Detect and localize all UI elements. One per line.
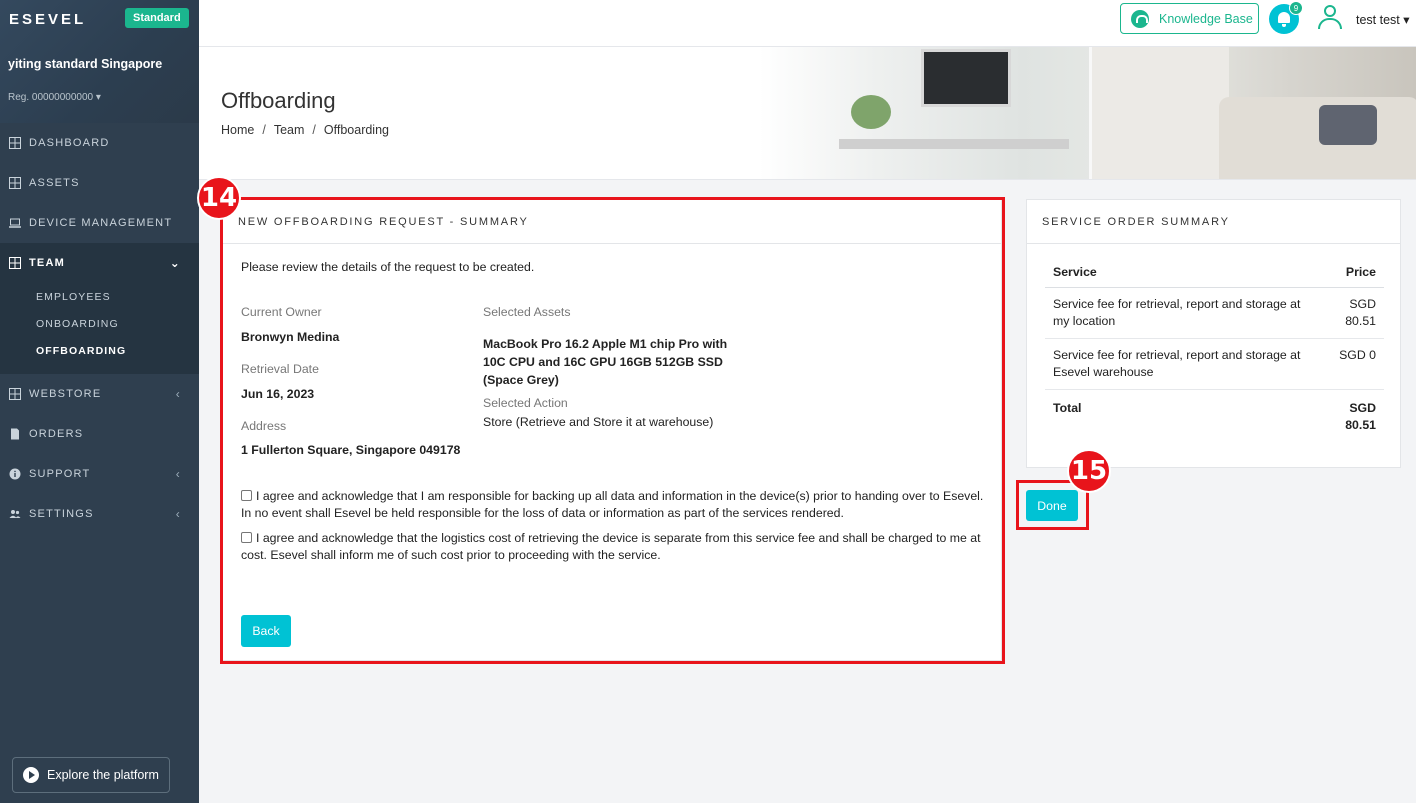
page-header: Offboarding Home / Team / Offboarding xyxy=(199,47,1416,180)
sidebar-item-label: DEVICE MANAGEMENT xyxy=(29,217,173,229)
table-row: Service fee for retrieval, report and st… xyxy=(1045,338,1384,390)
sidebar-item-label: ASSETS xyxy=(29,177,80,189)
price-cell: SGD 80.51 xyxy=(1315,287,1384,339)
annotation-frame-14 xyxy=(220,197,1005,664)
service-cell: Service fee for retrieval, report and st… xyxy=(1045,338,1315,390)
sidebar-item-webstore[interactable]: WEBSTORE ‹ xyxy=(0,374,199,414)
sidebar-item-offboarding[interactable]: OFFBOARDING xyxy=(0,337,199,364)
org-reg-dropdown[interactable]: Reg. 00000000000 ▾ xyxy=(8,92,101,103)
service-summary-table: Service Price Service fee for retrieval,… xyxy=(1045,259,1384,442)
explore-label: Explore the platform xyxy=(47,768,159,782)
sidebar-item-label: WEBSTORE xyxy=(29,388,102,400)
chevron-left-icon: ‹ xyxy=(175,507,181,521)
page-title: Offboarding xyxy=(221,88,336,113)
sidebar-item-label: TEAM xyxy=(29,257,65,269)
knowledge-base-label: Knowledge Base xyxy=(1159,11,1253,26)
breadcrumb-team[interactable]: Team xyxy=(274,123,305,137)
breadcrumb-offboarding: Offboarding xyxy=(323,123,389,137)
sidebar: ESEVEL Standard yiting standard Singapor… xyxy=(0,0,199,803)
sidebar-item-device-management[interactable]: DEVICE MANAGEMENT xyxy=(0,203,199,243)
document-icon xyxy=(11,428,19,440)
headset-icon xyxy=(1131,9,1149,28)
users-icon xyxy=(9,510,21,518)
table-row: Service fee for retrieval, report and st… xyxy=(1045,287,1384,339)
breadcrumb-home[interactable]: Home xyxy=(221,123,254,137)
knowledge-base-button[interactable]: Knowledge Base xyxy=(1120,3,1259,34)
chevron-left-icon: ‹ xyxy=(175,387,181,401)
breadcrumb: Home / Team / Offboarding xyxy=(221,123,389,137)
price-cell: SGD 0 xyxy=(1315,338,1384,390)
grid-icon xyxy=(9,257,21,269)
play-icon xyxy=(23,767,39,783)
total-row: Total SGD 80.51 xyxy=(1045,390,1384,443)
plan-badge: Standard xyxy=(125,8,189,28)
topbar: Knowledge Base 9 test test ▾ xyxy=(199,0,1416,47)
sidebar-item-assets[interactable]: ASSETS xyxy=(0,163,199,203)
sidebar-item-label: SETTINGS xyxy=(29,508,94,520)
step-badge-14: 14 xyxy=(197,176,241,220)
sidebar-item-dashboard[interactable]: DASHBOARD xyxy=(0,123,199,163)
sidebar-item-onboarding[interactable]: ONBOARDING xyxy=(0,310,199,337)
grid-icon xyxy=(9,388,21,400)
sidebar-item-settings[interactable]: SETTINGS ‹ xyxy=(0,494,199,534)
sidebar-item-label: ORDERS xyxy=(29,428,84,440)
column-header-service: Service xyxy=(1045,259,1315,288)
logo[interactable]: ESEVEL xyxy=(9,11,86,28)
column-header-price: Price xyxy=(1315,259,1384,288)
laptop-icon xyxy=(9,218,21,228)
grid-icon xyxy=(9,177,21,189)
sidebar-item-label: SUPPORT xyxy=(29,468,91,480)
sidebar-item-support[interactable]: SUPPORT ‹ xyxy=(0,454,199,494)
sidebar-nav: DASHBOARD ASSETS DEVICE MANAGEMENT TEAM … xyxy=(0,123,199,534)
breadcrumb-separator: / xyxy=(262,123,266,137)
sidebar-item-employees[interactable]: EMPLOYEES xyxy=(0,283,199,310)
table-header-row: Service Price xyxy=(1045,259,1384,288)
sidebar-header: ESEVEL Standard yiting standard Singapor… xyxy=(0,0,199,123)
team-submenu: EMPLOYEES ONBOARDING OFFBOARDING xyxy=(0,283,199,374)
user-menu[interactable]: test test ▾ xyxy=(1356,12,1410,27)
step-badge-15: 15 xyxy=(1067,449,1111,493)
sidebar-item-label: DASHBOARD xyxy=(29,137,110,149)
user-icon[interactable] xyxy=(1317,5,1343,29)
chevron-left-icon: ‹ xyxy=(175,467,181,481)
sidebar-item-team[interactable]: TEAM ⌄ xyxy=(0,243,199,283)
breadcrumb-separator: / xyxy=(312,123,316,137)
grid-icon xyxy=(9,137,21,149)
service-cell: Service fee for retrieval, report and st… xyxy=(1045,287,1315,339)
info-icon xyxy=(9,468,21,480)
total-label: Total xyxy=(1053,401,1082,415)
notification-count-badge: 9 xyxy=(1289,1,1303,15)
chevron-down-icon: ⌄ xyxy=(169,256,181,270)
sidebar-item-orders[interactable]: ORDERS xyxy=(0,414,199,454)
total-value: SGD 80.51 xyxy=(1345,401,1376,432)
header-banner-image xyxy=(759,47,1416,179)
service-order-summary-card: SERVICE ORDER SUMMARY Service Price Serv… xyxy=(1026,199,1401,468)
explore-platform-button[interactable]: Explore the platform xyxy=(12,757,170,793)
org-name: yiting standard Singapore xyxy=(8,57,163,71)
card-heading: SERVICE ORDER SUMMARY xyxy=(1027,200,1400,244)
